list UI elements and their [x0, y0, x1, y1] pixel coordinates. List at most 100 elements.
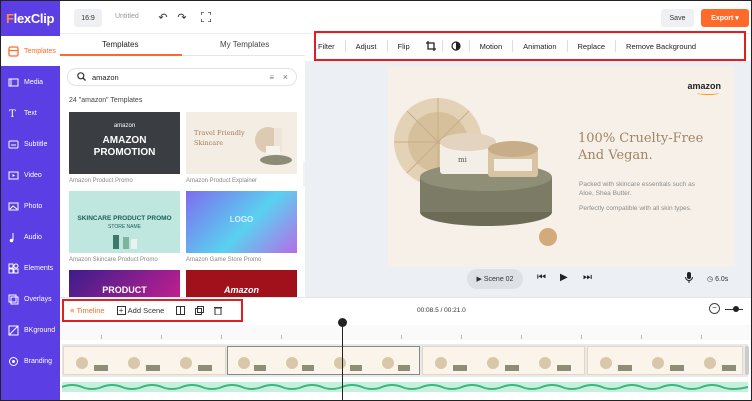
zoom-out-icon[interactable]: − [709, 303, 720, 314]
logo-text: lexClip [13, 11, 55, 26]
microphone-icon[interactable] [685, 272, 693, 285]
redo-icon[interactable]: ↷ [175, 10, 189, 24]
slide-headline[interactable]: 100% Cruelty-Free And Vegan. [578, 130, 728, 164]
media-icon [4, 77, 22, 88]
track-scrollbar[interactable] [745, 346, 749, 375]
sidebar-item-photo[interactable]: Photo [1, 191, 60, 221]
product-illustration: mi [394, 98, 557, 246]
sidebar-label: Elements [24, 264, 54, 272]
tab-my-templates[interactable]: My Templates [220, 40, 269, 49]
undo-icon[interactable]: ↶ [156, 10, 170, 24]
scene-clip-3[interactable] [422, 346, 585, 375]
add-scene-button[interactable]: + Add Scene [116, 306, 165, 315]
timeline-time: 00:08.5 / 00:21.0 [417, 307, 466, 314]
crop-icon[interactable] [420, 41, 442, 51]
save-button[interactable]: Save [661, 9, 694, 27]
clear-icon[interactable]: × [283, 72, 288, 82]
template-card[interactable]: SKINCARE PRODUCT PROMO STORE NAME [69, 191, 180, 253]
sidebar-item-bkground[interactable]: BKground [1, 315, 60, 345]
opacity-icon[interactable] [443, 41, 469, 51]
remove-background-button[interactable]: Remove Background [616, 42, 706, 51]
audio-track[interactable] [61, 382, 749, 392]
ruler-tick [521, 335, 522, 339]
ruler-tick [101, 335, 102, 339]
playhead[interactable] [342, 321, 343, 400]
background-icon [4, 325, 22, 336]
scene-clip-4[interactable] [587, 346, 743, 375]
element-edit-toolbar: Filter Adjust Flip Motion Animation Repl… [314, 31, 746, 61]
flip-button[interactable]: Flip [388, 42, 420, 51]
sidebar-item-elements[interactable]: Elements [1, 253, 60, 283]
play-icon[interactable]: ▶ [560, 272, 568, 283]
filter-button[interactable]: Filter [316, 42, 345, 51]
template-card[interactable]: Travel Friendly Skincare [186, 112, 297, 174]
active-tab-indicator [60, 54, 182, 56]
timeline-tools: ≡ Timeline + Add Scene [62, 299, 243, 322]
duration-display[interactable]: ◷ 6.0s [707, 275, 728, 283]
scene-clip-1[interactable] [63, 346, 226, 375]
templates-panel: Templates My Templates amazon ≡ × 24 "am… [60, 34, 305, 297]
timeline-toggle[interactable]: ≡ Timeline [70, 306, 105, 315]
sidebar-item-text[interactable]: T Text [1, 98, 60, 128]
sidebar-item-overlays[interactable]: Overlays [1, 284, 60, 314]
play-icon: ▶ [476, 276, 482, 283]
card-text: amazon [113, 123, 136, 129]
animation-button[interactable]: Animation [513, 42, 566, 51]
card-text: AMAZON [102, 135, 147, 146]
slide-body-2[interactable]: Perfectly compatible with all skin types… [579, 205, 699, 214]
filter-icon[interactable]: ≡ [269, 73, 274, 82]
duration-value: 6.0s [715, 276, 729, 283]
audio-waveform [61, 384, 749, 390]
adjust-button[interactable]: Adjust [346, 42, 387, 51]
search-input[interactable]: amazon ≡ × [67, 68, 297, 86]
timeline-label: Timeline [76, 306, 105, 315]
svg-text:T: T [9, 109, 16, 119]
tab-templates[interactable]: Templates [102, 40, 138, 49]
template-card[interactable]: amazon AMAZON PROMOTION [69, 112, 180, 174]
card-text: STORE NAME [108, 224, 141, 230]
previous-icon[interactable]: ⏮ [537, 272, 546, 283]
split-icon[interactable] [176, 306, 186, 315]
template-card[interactable]: PRODUCT [69, 270, 180, 297]
scene-preview[interactable]: amazon mi 100% Cruelty-Free And Vegan. P… [388, 67, 735, 267]
text-icon: T [4, 108, 22, 119]
card-text: PRODUCT [102, 285, 147, 295]
motion-button[interactable]: Motion [470, 42, 513, 51]
add-scene-label: Add Scene [127, 306, 165, 315]
left-sidebar: FlexClip Templates Media T Text Subtitle… [1, 1, 60, 400]
aspect-ratio-button[interactable]: 16:9 [74, 9, 102, 27]
sidebar-label: Photo [24, 202, 43, 210]
sidebar-item-branding[interactable]: Branding [1, 346, 60, 376]
scene-clip-2[interactable] [227, 346, 420, 375]
project-title[interactable]: Untitled [115, 13, 139, 20]
next-icon[interactable]: ⏭ [583, 272, 592, 283]
card-caption: Amazon Skincare Product Promo [69, 257, 158, 263]
sidebar-item-subtitle[interactable]: Subtitle [1, 129, 60, 159]
sidebar-item-templates[interactable]: Templates [1, 36, 60, 66]
ruler-tick [641, 335, 642, 339]
duplicate-icon[interactable] [195, 306, 205, 315]
headline-line-2: And Vegan. [578, 148, 653, 163]
product-image [255, 127, 292, 165]
template-card[interactable]: LOGO [186, 191, 297, 253]
sidebar-item-video[interactable]: Video [1, 160, 60, 190]
card-caption: Amazon Product Explainer [186, 178, 258, 184]
export-label: Export [711, 14, 734, 22]
fullscreen-icon[interactable] [199, 10, 213, 24]
sidebar-item-audio[interactable]: Audio [1, 222, 60, 252]
sidebar-item-media[interactable]: Media [1, 67, 60, 97]
ruler-tick [221, 335, 222, 339]
scene-play-button[interactable]: ▶ Scene 02 [467, 269, 523, 289]
amazon-logo: amazon [687, 81, 721, 91]
video-icon [4, 170, 22, 181]
ruler-tick [401, 335, 402, 339]
trash-icon[interactable] [214, 306, 223, 315]
add-icon: + [116, 306, 126, 315]
playhead-handle[interactable] [338, 318, 347, 327]
export-button[interactable]: Export ▾ [701, 9, 749, 27]
sidebar-label: Subtitle [24, 140, 48, 148]
replace-button[interactable]: Replace [568, 42, 616, 51]
zoom-slider-handle[interactable] [733, 306, 739, 312]
slide-body-1[interactable]: Packed with skincare essentials such as … [579, 181, 709, 198]
template-card[interactable]: Amazon [186, 270, 297, 297]
